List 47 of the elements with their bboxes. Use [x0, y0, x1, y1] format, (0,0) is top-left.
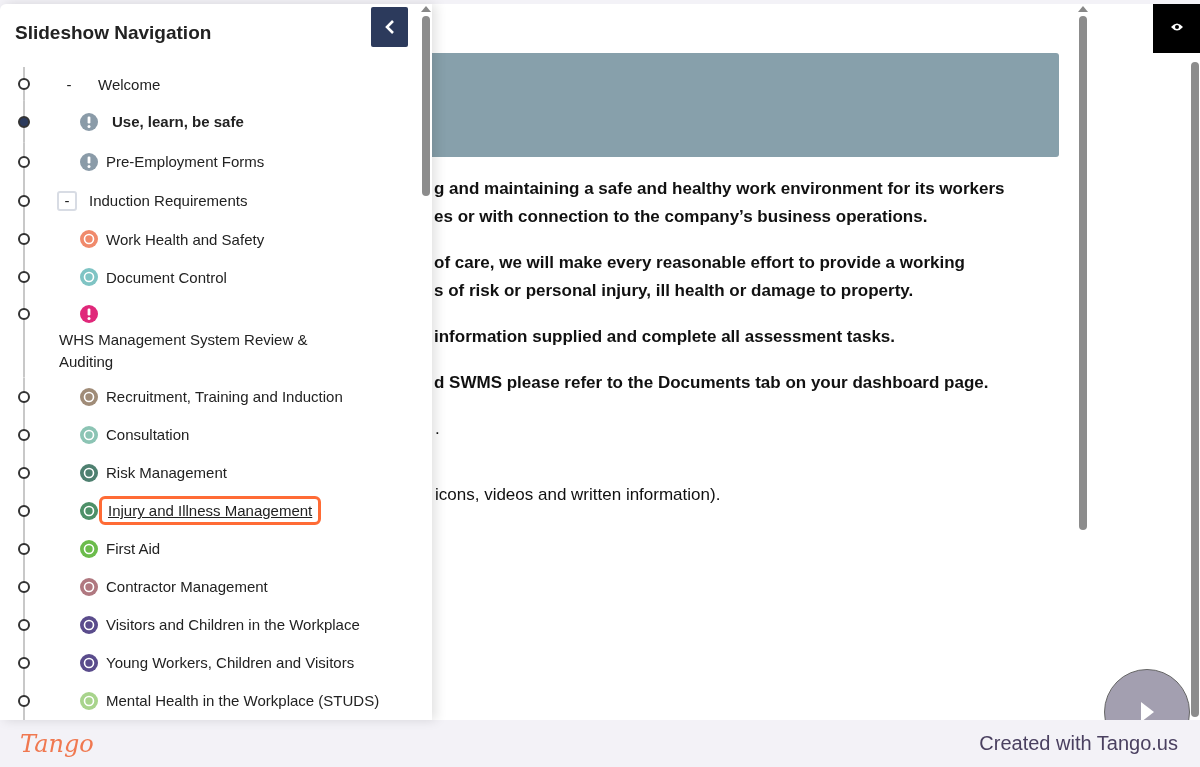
panel-title: Slideshow Navigation	[15, 22, 212, 44]
nav-item[interactable]: Visitors and Children in the Workplace	[106, 616, 360, 634]
topic-icon	[80, 691, 98, 710]
body-text: icons, videos and written information).	[435, 484, 722, 506]
collapse-button[interactable]	[371, 7, 408, 47]
nav-link[interactable]: Injury and Illness Management	[99, 496, 322, 526]
eye-icon	[1169, 21, 1184, 32]
nav-section[interactable]: Induction Requirements	[89, 192, 248, 210]
nav-item[interactable]: Pre-Employment Forms	[106, 153, 265, 171]
nav-item[interactable]: Young Workers, Children and Visitors	[106, 654, 355, 672]
nav-item[interactable]: Contractor Management	[106, 578, 268, 596]
logo: Tango	[20, 729, 94, 758]
topic-icon	[80, 387, 98, 406]
collapse-toggle[interactable]: -	[62, 74, 76, 95]
nav-item[interactable]: First Aid	[106, 540, 161, 558]
eye-button[interactable]	[1153, 4, 1200, 53]
topic-icon	[80, 230, 98, 249]
collapse-toggle[interactable]: -	[57, 190, 77, 211]
nav-item[interactable]: Document Control	[106, 268, 227, 286]
body-text: of care, we will make every reasonable effort to provide a working	[434, 252, 966, 274]
alert-icon	[80, 304, 98, 323]
body-text: g and maintaining a safe and healthy work environment for its workers	[434, 178, 1006, 200]
nav-item[interactable]: WHS Management System Review & Auditing	[59, 328, 349, 373]
credit-text: Created with Tango.us	[979, 732, 1178, 755]
nav-section[interactable]: Welcome	[98, 75, 161, 93]
nav-item[interactable]: Consultation	[106, 426, 190, 444]
nav-item[interactable]: Recruitment, Training and Induction	[106, 388, 343, 406]
body-text: s of risk or personal injury, ill health or damage to property.	[434, 280, 915, 302]
topic-icon	[80, 653, 98, 672]
body-text: .	[435, 418, 441, 440]
alert-icon	[80, 152, 98, 171]
alert-icon	[80, 112, 98, 131]
topic-icon	[80, 268, 98, 287]
topic-icon	[80, 425, 98, 444]
body-text: d SWMS please refer to the Documents tab on your dashboard page.	[434, 372, 990, 394]
topic-icon	[80, 577, 98, 596]
nav-item[interactable]: Use, learn, be safe	[112, 113, 244, 131]
nav-item[interactable]: Work Health and Safety	[106, 230, 265, 248]
topic-icon	[80, 539, 98, 558]
nav-item[interactable]: Mental Health in the Workplace (STUDS)	[106, 692, 380, 710]
play-icon	[1139, 701, 1155, 720]
topic-icon	[80, 501, 98, 520]
topic-icon	[80, 463, 98, 482]
topic-icon	[80, 615, 98, 634]
body-text: es or with connection to the company’s business operations.	[434, 206, 929, 228]
nav-item[interactable]: Risk Management	[106, 464, 227, 482]
body-text: information supplied and complete all assessment tasks.	[434, 326, 897, 348]
